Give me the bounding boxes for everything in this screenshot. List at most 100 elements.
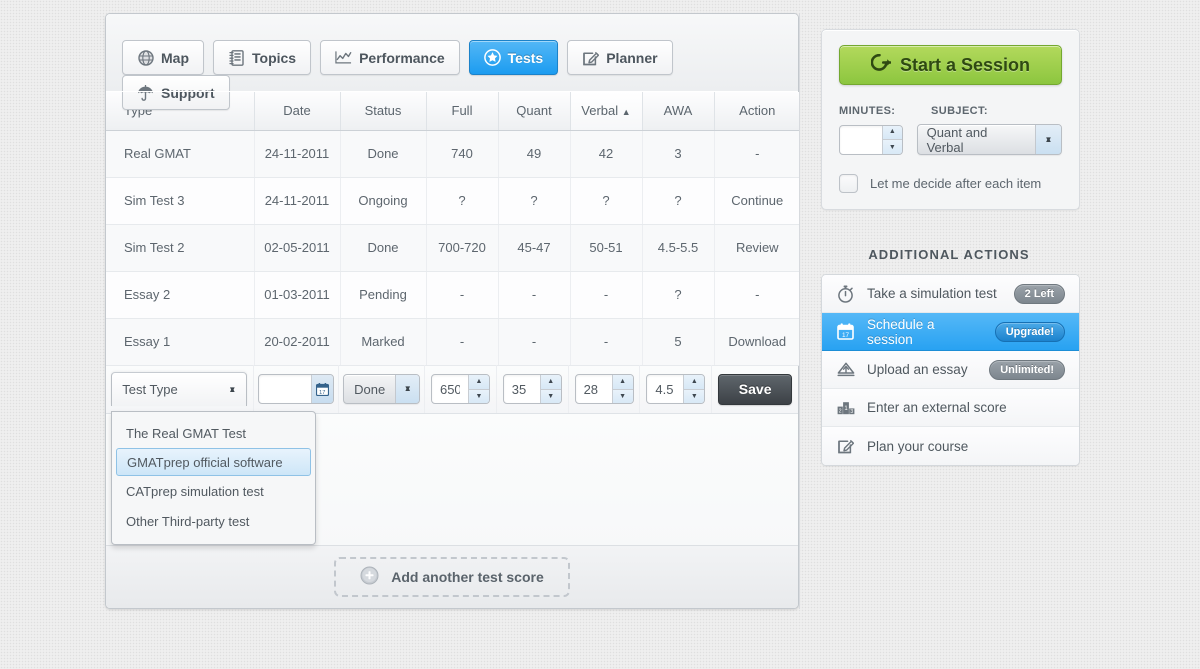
subject-label: SUBJECT:	[931, 105, 988, 117]
action-item-enter-an-external-score[interactable]: 1 2 3 Enter an external score	[822, 389, 1079, 427]
let-me-decide-checkbox[interactable]	[839, 174, 858, 193]
minutes-stepper[interactable]: ▲ ▼	[882, 125, 902, 154]
notebook-icon	[228, 49, 245, 66]
nav-button-label: Topics	[252, 49, 297, 66]
edit-cell-awa: ▲▼	[640, 365, 713, 413]
test-type-dropdown[interactable]: The Real GMAT Test GMATprep official soft…	[111, 411, 316, 545]
cell-status: Marked	[340, 318, 427, 366]
subject-select[interactable]: Quant and Verbal ▲ ▼	[916, 124, 1062, 155]
cell-date: 01-03-2011	[254, 271, 341, 319]
action-item-plan-your-course[interactable]: Plan your course	[822, 427, 1079, 465]
edit-cell-status: Done ▲ ▼	[339, 365, 426, 413]
nav-button-label: Performance	[359, 49, 445, 66]
test-type-select[interactable]: Test Type ▲ ▼	[111, 372, 248, 406]
nav-button-tests[interactable]: Tests	[468, 40, 559, 75]
column-header-label: AWA	[663, 103, 693, 119]
verbal-score-input[interactable]	[575, 375, 612, 403]
nav-button-planner[interactable]: Planner	[567, 40, 673, 75]
column-header-status[interactable]: Status	[340, 92, 427, 131]
cell-full: ?	[426, 177, 499, 225]
verbal-score-stepper[interactable]: ▲ ▼	[611, 375, 633, 403]
dropdown-option[interactable]: Other Third-party test	[116, 506, 311, 536]
nav-button-label: Map	[161, 49, 189, 66]
minutes-input[interactable]	[840, 125, 882, 154]
action-item-label: Schedule a session	[867, 316, 935, 347]
action-item-label: Take a simulation test	[867, 286, 997, 301]
main-panel: Map Topics Performance Tests Planner Support …	[105, 13, 800, 609]
dropdown-option[interactable]: The Real GMAT Test	[116, 418, 311, 448]
chevron-updown-icon: ▲ ▼	[1035, 125, 1061, 154]
nav-button-support[interactable]: Support	[122, 75, 230, 110]
awa-score-input[interactable]	[647, 375, 684, 403]
column-header-label: Date	[283, 103, 311, 119]
cell-awa: 5	[642, 318, 715, 366]
column-header-verbal[interactable]: Verbal ▲	[570, 92, 643, 131]
side-panel: Start a Session MINUTES: SUBJECT: ▲ ▼ Qua…	[799, 13, 1098, 609]
edit-cell-action: Save	[712, 365, 798, 413]
add-another-test-score-button[interactable]: Add another test score	[334, 557, 570, 597]
calendar-icon: 17	[836, 322, 855, 341]
start-a-session-label: Start a Session	[899, 54, 1031, 75]
stepper-down-icon: ▼	[468, 389, 489, 403]
column-header-label: Status	[364, 103, 402, 119]
full-score-stepper[interactable]: ▲ ▼	[467, 375, 489, 403]
column-header-date[interactable]: Date	[254, 92, 341, 131]
column-header-awa[interactable]: AWA	[642, 92, 715, 131]
plus-circle-icon	[360, 566, 379, 588]
action-item-label: Upload an essay	[867, 362, 968, 377]
action-item-badge: Upgrade!	[994, 321, 1065, 342]
cell-type: Sim Test 2	[106, 224, 255, 272]
cell-awa: 3	[642, 130, 715, 178]
cell-type: Essay 2	[106, 271, 255, 319]
quant-score-input[interactable]	[503, 375, 540, 403]
podium-icon: 123	[836, 398, 855, 417]
pencil-square-icon	[582, 49, 599, 66]
action-item-badge: 2 Left	[1013, 283, 1065, 304]
let-me-decide-row[interactable]: Let me decide after each item	[839, 174, 1062, 193]
column-header-quant[interactable]: Quant	[498, 92, 571, 131]
status-select[interactable]: Done ▲ ▼	[343, 374, 421, 404]
cell-action[interactable]: Continue	[714, 177, 800, 225]
column-header-full[interactable]: Full	[426, 92, 499, 131]
cell-type: Real GMAT	[106, 130, 255, 178]
quant-score-stepper[interactable]: ▲ ▼	[539, 375, 561, 403]
action-item-take-a-simulation-test[interactable]: Take a simulation test 2 Left	[822, 275, 1079, 313]
full-score-input[interactable]	[431, 375, 468, 403]
cell-action[interactable]: Download	[714, 318, 800, 366]
date-input[interactable]	[258, 375, 311, 403]
stepper-up-icon: ▲	[468, 375, 489, 390]
save-button[interactable]: Save	[718, 373, 793, 405]
stepper-up-icon: ▲	[612, 375, 633, 390]
awa-score-stepper[interactable]: ▲ ▼	[683, 375, 705, 403]
test-scores-table: Type Date Status Full Quant Verbal ▲ AWA Action…	[106, 92, 800, 366]
cell-action[interactable]: Review	[714, 224, 800, 272]
cell-date: 24-11-2011	[254, 130, 341, 178]
column-header-action[interactable]: Action	[714, 92, 800, 131]
column-header-label: Quant	[516, 103, 552, 119]
nav-button-performance[interactable]: Performance	[320, 40, 460, 75]
table-footer: Add another test score	[106, 545, 798, 608]
dropdown-option[interactable]: CATprep simulation test	[116, 476, 311, 506]
upload-icon	[836, 360, 855, 379]
cell-quant: -	[498, 318, 571, 366]
subject-select-value: Quant and Verbal	[926, 124, 988, 155]
dropdown-option[interactable]: GMATprep official software	[116, 448, 311, 476]
action-item-schedule-a-session[interactable]: 17 Schedule a session Upgrade!	[822, 313, 1079, 351]
start-a-session-button[interactable]: Start a Session	[839, 45, 1062, 85]
action-item-upload-an-essay[interactable]: Upload an essay Unlimited!	[822, 351, 1079, 389]
cell-status: Done	[340, 130, 427, 178]
cell-full: -	[426, 318, 499, 366]
column-header-label: Full	[451, 103, 473, 119]
nav-button-topics[interactable]: Topics	[213, 40, 312, 75]
nav-button-label: Tests	[507, 49, 544, 66]
cell-action: -	[714, 130, 800, 178]
nav-button-map[interactable]: Map	[122, 40, 204, 75]
edit-cell-quant: ▲▼	[497, 365, 569, 413]
calendar-icon[interactable]: 17	[310, 375, 333, 403]
session-card: Start a Session MINUTES: SUBJECT: ▲ ▼ Qua…	[821, 29, 1080, 210]
stepper-down-icon: ▼	[540, 389, 561, 403]
table-row: Real GMAT 24-11-2011 Done 740 49 42 3-	[106, 130, 800, 178]
cell-verbal: -	[570, 318, 643, 366]
app-root: Map Topics Performance Tests Planner Support …	[105, 13, 1098, 609]
action-item-badge: Unlimited!	[989, 359, 1065, 380]
